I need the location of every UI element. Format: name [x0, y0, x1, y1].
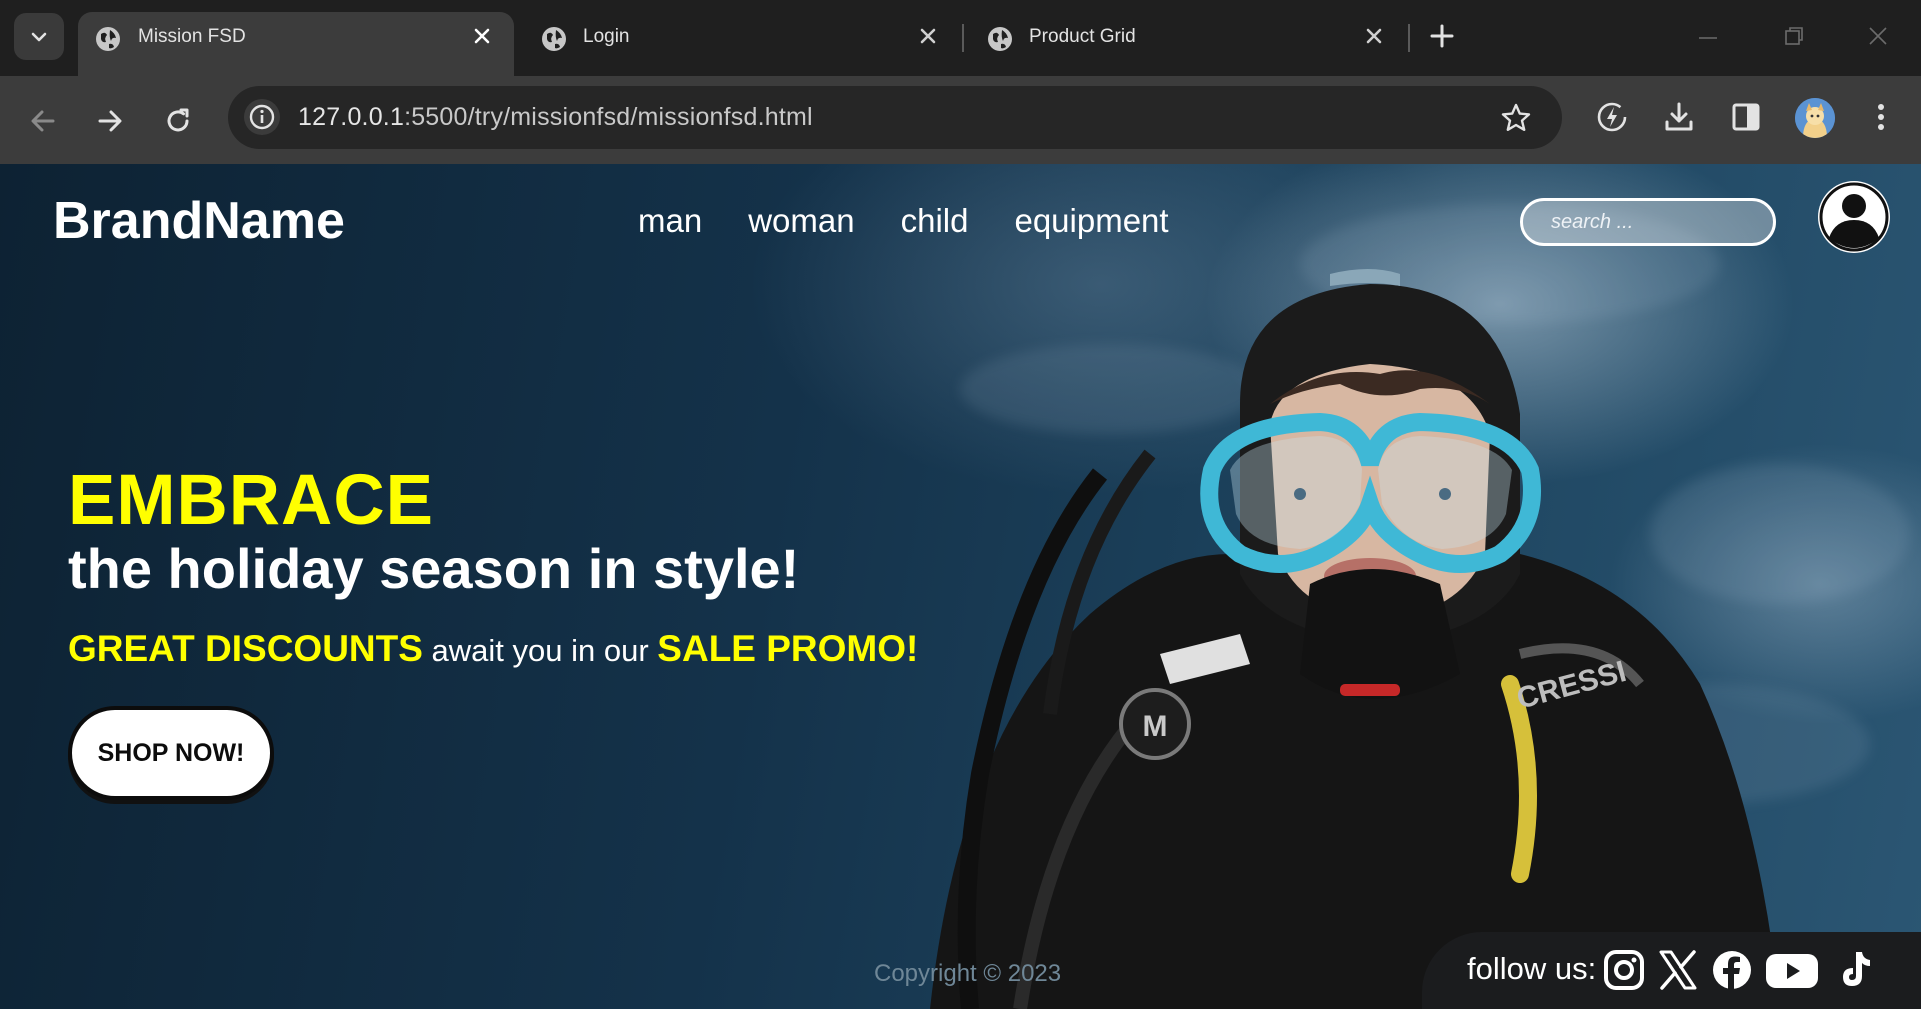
- instagram-icon[interactable]: [1602, 948, 1646, 992]
- hero-headline: EMBRACE: [68, 461, 434, 540]
- youtube-icon[interactable]: [1764, 948, 1820, 992]
- chevron-down-icon: [31, 32, 47, 41]
- tab-title: Login: [583, 26, 630, 47]
- back-icon[interactable]: [28, 106, 58, 136]
- tiktok-icon[interactable]: [1832, 948, 1876, 992]
- facebook-icon[interactable]: [1710, 948, 1754, 992]
- url-text[interactable]: 127.0.0.1:5500/try/missionfsd/missionfsd…: [298, 103, 813, 132]
- hero-subheadline: the holiday season in style!: [68, 537, 800, 600]
- more-menu-icon[interactable]: [1866, 100, 1896, 134]
- nav-link-woman[interactable]: woman: [748, 202, 854, 240]
- nav-link-child[interactable]: child: [901, 202, 969, 240]
- hero-promo-text: GREAT DISCOUNTS await you in our SALE PR…: [68, 628, 918, 670]
- tab-search-button[interactable]: [14, 13, 64, 60]
- page-viewport: M CRESSI BrandName man woman child equip…: [0, 164, 1921, 1009]
- bookmark-star-icon[interactable]: [1500, 102, 1532, 134]
- url-host: 127.0.0.1: [298, 103, 405, 131]
- brand-logo[interactable]: BrandName: [53, 191, 345, 251]
- tab-login[interactable]: Login: [524, 12, 960, 76]
- user-account-icon[interactable]: [1815, 178, 1893, 256]
- promo-highlight-sale: SALE PROMO!: [657, 628, 919, 669]
- restore-icon[interactable]: [1782, 24, 1806, 48]
- social-follow-bar: follow us:: [1422, 932, 1921, 1009]
- browser-toolbar: 127.0.0.1:5500/try/missionfsd/missionfsd…: [0, 76, 1921, 164]
- x-icon[interactable]: [1656, 948, 1700, 992]
- svg-text:M: M: [1143, 710, 1168, 743]
- new-tab-icon[interactable]: [1428, 22, 1456, 50]
- globe-icon: [988, 27, 1012, 51]
- forward-icon[interactable]: [95, 106, 125, 136]
- close-tab-icon[interactable]: [470, 24, 494, 48]
- close-tab-icon[interactable]: [916, 24, 940, 48]
- tab-strip: Mission FSD Login Product Grid: [0, 0, 1921, 76]
- search-input[interactable]: [1520, 198, 1776, 246]
- tab-title: Product Grid: [1029, 26, 1136, 47]
- site-info-button[interactable]: [244, 99, 280, 135]
- tab-mission-fsd[interactable]: Mission FSD: [78, 12, 514, 76]
- main-nav: man woman child equipment: [638, 202, 1169, 240]
- profile-avatar[interactable]: [1795, 98, 1835, 138]
- tab-separator: [1408, 24, 1410, 52]
- address-bar[interactable]: 127.0.0.1:5500/try/missionfsd/missionfsd…: [228, 86, 1562, 149]
- tab-separator: [962, 24, 964, 52]
- download-icon[interactable]: [1662, 100, 1696, 134]
- tab-product-grid[interactable]: Product Grid: [970, 12, 1406, 76]
- side-panel-icon[interactable]: [1729, 100, 1763, 134]
- shop-now-button[interactable]: SHOP NOW!: [68, 706, 274, 800]
- copyright-text: Copyright © 2023: [874, 960, 1062, 987]
- close-tab-icon[interactable]: [1362, 24, 1386, 48]
- info-icon: [249, 104, 275, 130]
- reload-icon[interactable]: [163, 106, 193, 136]
- nav-link-man[interactable]: man: [638, 202, 702, 240]
- globe-icon: [542, 27, 566, 51]
- url-path: :5500/try/missionfsd/missionfsd.html: [404, 103, 813, 131]
- nav-link-equipment[interactable]: equipment: [1014, 202, 1168, 240]
- minimize-icon[interactable]: [1696, 24, 1720, 48]
- globe-icon: [96, 27, 120, 51]
- diver-image: M CRESSI: [930, 269, 1780, 1009]
- promo-middle-text: await you in our: [422, 633, 658, 668]
- follow-label: follow us:: [1467, 951, 1597, 986]
- tab-title: Mission FSD: [138, 26, 246, 47]
- profile-avatar-icon: [1795, 98, 1835, 138]
- promo-highlight-discounts: GREAT DISCOUNTS: [68, 628, 423, 669]
- close-window-icon[interactable]: [1866, 24, 1890, 48]
- performance-icon[interactable]: [1595, 100, 1629, 134]
